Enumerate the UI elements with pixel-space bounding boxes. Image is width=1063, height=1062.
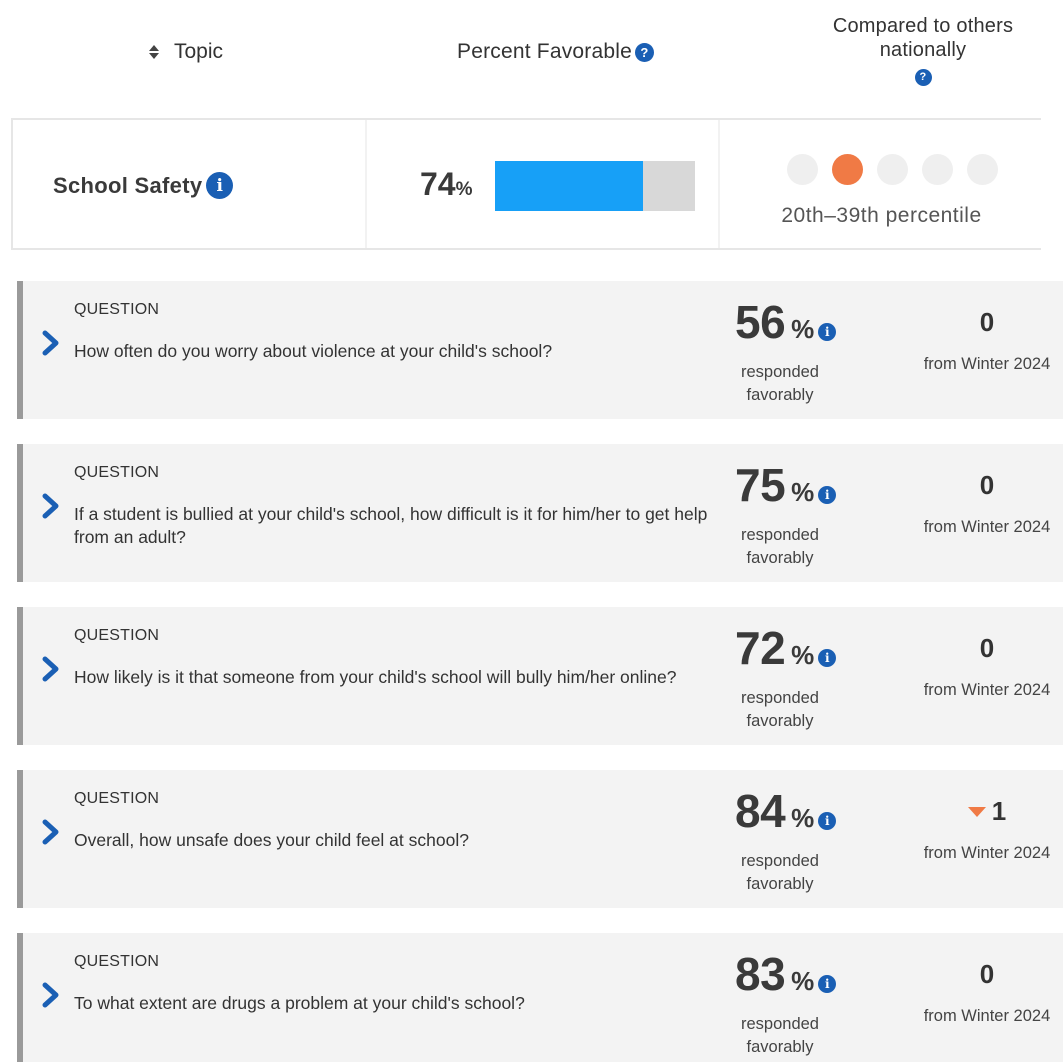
responded-favorably-label: responded favorably: [741, 526, 819, 567]
compare-nationally-header: Compared to others nationally ?: [800, 14, 1046, 86]
change-indicator: 0: [907, 633, 1063, 664]
info-icon[interactable]: i: [818, 649, 837, 667]
responded-favorably-label: responded favorably: [741, 689, 819, 730]
change-indicator: 0: [907, 959, 1063, 990]
question-row[interactable]: QUESTION Overall, how unsafe does your ch…: [17, 770, 1063, 908]
column-divider: [365, 120, 367, 248]
percentile-dot-active: [832, 154, 863, 185]
percent-sign: %: [455, 179, 473, 200]
percent-sign: %: [791, 640, 815, 670]
topic-title: School Safety i: [53, 172, 234, 199]
question-type-label: QUESTION: [74, 627, 160, 644]
change-value: 0: [979, 307, 995, 337]
question-text: If a student is bullied at your child's …: [74, 504, 708, 547]
question-row[interactable]: QUESTION How likely is it that someone fr…: [17, 607, 1063, 745]
question-row[interactable]: QUESTION How often do you worry about vio…: [17, 281, 1063, 419]
percent-favorable-header: Percent Favorable ?: [457, 40, 654, 64]
responded-favorably-label: responded favorably: [741, 852, 819, 893]
question-percent-value: 56: [735, 296, 786, 348]
help-icon[interactable]: ?: [635, 42, 654, 62]
question-row[interactable]: QUESTION To what extent are drugs a probl…: [17, 933, 1063, 1062]
question-percent-favorable: 56% i: [735, 295, 837, 349]
question-type-label: QUESTION: [74, 301, 160, 318]
topic-column-header[interactable]: Topic: [148, 40, 223, 64]
topic-percent-value: 74: [420, 166, 456, 202]
percent-sign: %: [791, 803, 815, 833]
change-period-label: from Winter 2024: [923, 355, 1051, 373]
chevron-right-icon[interactable]: [40, 818, 62, 846]
question-percent-favorable: 84% i: [735, 784, 837, 838]
topic-summary-card: School Safety i 74% 20th–39th percentile: [11, 118, 1041, 250]
change-value: 0: [979, 470, 995, 500]
change-value: 1: [991, 796, 1007, 826]
topic-header-label: Topic: [174, 40, 224, 63]
chevron-right-icon[interactable]: [40, 329, 62, 357]
table-header: Topic Percent Favorable ? Compared to ot…: [0, 0, 1063, 110]
change-indicator: 1: [907, 796, 1063, 827]
change-value: 0: [979, 959, 995, 989]
chevron-right-icon[interactable]: [40, 981, 62, 1009]
percentile-label: 20th–39th percentile: [781, 204, 982, 227]
favorable-progress-bar: [495, 161, 695, 211]
percentile-dot: [787, 154, 818, 185]
percentile-dot: [967, 154, 998, 185]
favorable-progress-fill: [495, 161, 643, 211]
triangle-down-icon: [967, 806, 986, 817]
percent-sign: %: [791, 477, 815, 507]
sort-icon[interactable]: [148, 44, 160, 60]
change-period-label: from Winter 2024: [923, 844, 1051, 862]
percent-sign: %: [791, 966, 815, 996]
question-percent-value: 84: [735, 785, 786, 837]
percentile-dots: [787, 154, 998, 185]
percent-favorable-label: Percent Favorable: [457, 40, 632, 63]
change-period-label: from Winter 2024: [923, 1007, 1051, 1025]
info-icon[interactable]: i: [818, 975, 837, 993]
percentile-dot: [877, 154, 908, 185]
help-icon[interactable]: ?: [914, 68, 932, 86]
info-icon[interactable]: i: [818, 323, 837, 341]
chevron-right-icon[interactable]: [40, 492, 62, 520]
chevron-right-icon[interactable]: [40, 655, 62, 683]
question-percent-favorable: 72% i: [735, 621, 837, 675]
change-indicator: 0: [907, 470, 1063, 501]
question-type-label: QUESTION: [74, 464, 160, 481]
question-text: How often do you worry about violence at…: [74, 341, 553, 361]
change-period-label: from Winter 2024: [923, 518, 1051, 536]
percentile-dot: [922, 154, 953, 185]
topic-name-label: School Safety: [53, 172, 203, 198]
responded-favorably-label: responded favorably: [741, 363, 819, 404]
responded-favorably-label: responded favorably: [741, 1015, 819, 1056]
question-percent-value: 72: [735, 622, 786, 674]
compare-label-line1: Compared to others: [832, 15, 1014, 37]
column-divider: [718, 120, 720, 248]
question-percent-favorable: 75% i: [735, 458, 837, 512]
question-type-label: QUESTION: [74, 790, 160, 807]
question-percent-value: 75: [735, 459, 786, 511]
info-icon[interactable]: i: [818, 486, 837, 504]
compare-label-line2: nationally: [879, 39, 967, 61]
info-icon[interactable]: i: [206, 172, 234, 199]
question-text: How likely is it that someone from your …: [74, 667, 677, 687]
change-value: 0: [979, 633, 995, 663]
question-percent-value: 83: [735, 948, 786, 1000]
question-row[interactable]: QUESTION If a student is bullied at your …: [17, 444, 1063, 582]
question-type-label: QUESTION: [74, 953, 160, 970]
info-icon[interactable]: i: [818, 812, 837, 830]
question-text: To what extent are drugs a problem at yo…: [74, 993, 525, 1013]
percent-sign: %: [791, 314, 815, 344]
question-percent-favorable: 83% i: [735, 947, 837, 1001]
question-text: Overall, how unsafe does your child feel…: [74, 830, 469, 850]
change-period-label: from Winter 2024: [923, 681, 1051, 699]
change-indicator: 0: [907, 307, 1063, 338]
topic-percent-favorable: 74%: [420, 166, 473, 203]
